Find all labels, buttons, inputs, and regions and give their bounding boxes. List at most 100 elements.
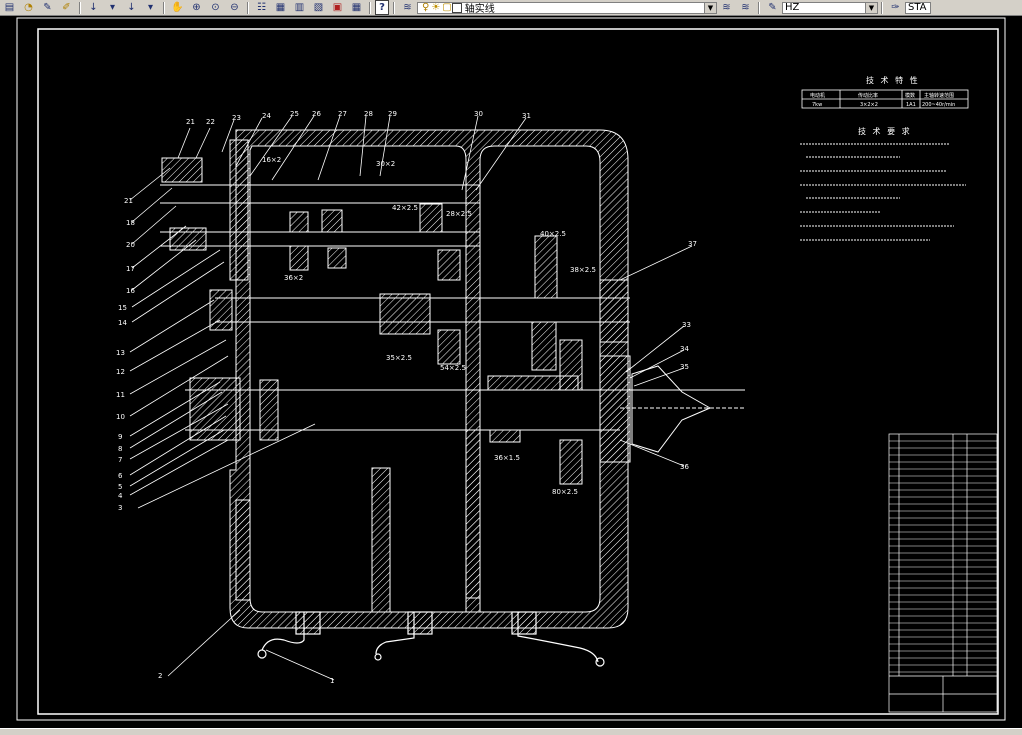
toolbar: ▤ ◔ ✎ ✐ ↓ ▾ ↓ ▾ ✋ ⊕ ⊙ ⊖ ☷ ▦ ▥ ▧ ▣ ▦ ? ≋ …	[0, 0, 1022, 16]
separator	[247, 1, 249, 14]
dimension-label: 36×2	[284, 274, 303, 282]
callout-label: 36	[680, 463, 689, 471]
separator	[393, 1, 395, 14]
spindle-nose	[631, 365, 712, 453]
text-style-icon[interactable]: ✑	[887, 1, 904, 14]
callout-label: 13	[116, 349, 125, 357]
design-center-icon[interactable]: ▦	[272, 1, 289, 14]
dropdown-icon[interactable]: ▾	[142, 1, 159, 14]
dimension-label: 36×1.5	[494, 454, 520, 462]
dimension-label: 80×2.5	[552, 488, 578, 496]
chevron-down-icon[interactable]: ▼	[865, 2, 877, 13]
chevron-down-icon[interactable]: ▼	[704, 2, 716, 13]
style-combo[interactable]: STA	[905, 1, 931, 14]
callout-label: 21	[186, 118, 195, 126]
callout-label: 33	[682, 321, 691, 329]
spec-header: 传动比率	[858, 92, 878, 99]
callout-label: 21	[124, 197, 133, 205]
help-icon[interactable]: ?	[375, 0, 389, 15]
parts-list	[888, 433, 998, 713]
dimension-label: 28×2.5	[446, 210, 472, 218]
sun-icon: ☀	[431, 2, 441, 13]
callout-label: 28	[364, 110, 373, 118]
callout-label: 12	[116, 368, 125, 376]
callout-label: 18	[126, 219, 135, 227]
zoom-window-icon[interactable]: ⊙	[207, 1, 224, 14]
separator	[758, 1, 760, 14]
layer-color-swatch	[451, 2, 462, 13]
callout-label: 16	[126, 287, 135, 295]
spec-header: 电动机	[810, 92, 825, 99]
callout-label: 17	[126, 265, 135, 273]
callout-label: 5	[118, 483, 122, 491]
match-properties-icon[interactable]: ✎	[764, 1, 781, 14]
dimension-label: 30×2	[376, 160, 395, 168]
dimension-label: 38×2.5	[570, 266, 596, 274]
tech-spec-title: 技 术 特 性	[866, 75, 920, 85]
separator	[881, 1, 883, 14]
callout-label: 4	[118, 492, 123, 500]
callout-label: 15	[118, 304, 127, 312]
print-icon[interactable]: ◔	[20, 1, 37, 14]
dimension-label: 16×2	[262, 156, 281, 164]
properties-icon[interactable]: ☷	[253, 1, 270, 14]
callout-label: 25	[290, 110, 299, 118]
callout-label: 7	[118, 456, 122, 464]
spec-cell: 200~40r/min	[922, 102, 955, 108]
callout-label: 22	[206, 118, 215, 126]
separator	[79, 1, 81, 14]
dimension-label: 35×2.5	[386, 354, 412, 362]
pencil-icon[interactable]: ✎	[39, 1, 56, 14]
spec-header: 主轴转速范围	[924, 92, 954, 99]
linetype-combo[interactable]: HZ ▼	[782, 1, 878, 14]
callout-label: 10	[116, 413, 125, 421]
callout-label: 1	[330, 677, 334, 685]
make-current-icon[interactable]: ≋	[718, 1, 735, 14]
dropdown-icon[interactable]: ▾	[104, 1, 121, 14]
calculator-icon[interactable]: ▦	[348, 1, 365, 14]
tool-palette-icon[interactable]: ▥	[291, 1, 308, 14]
callout-label: 9	[118, 433, 122, 441]
pan-icon[interactable]: ✋	[169, 1, 186, 14]
callout-label: 8	[118, 445, 122, 453]
zoom-previous-icon[interactable]: ⊖	[226, 1, 243, 14]
callout-label: 24	[262, 112, 271, 120]
callout-label: 2	[158, 672, 162, 680]
drawing-canvas[interactable]: 21 22 23 24 25 26 27 28 29 30 31 21 18 2…	[0, 16, 1022, 728]
layer-combo[interactable]: ♀ ☀ ▢ 轴实线 ▼	[417, 1, 717, 15]
bulb-icon: ♀	[422, 2, 430, 13]
spec-header: 模数	[905, 92, 915, 99]
markup-icon[interactable]: ▣	[329, 1, 346, 14]
layer-name: 轴实线	[464, 4, 495, 15]
callout-label: 14	[118, 319, 127, 327]
layer-previous-icon[interactable]: ≋	[737, 1, 754, 14]
redo-icon[interactable]: ↓	[123, 1, 140, 14]
callout-label: 27	[338, 110, 347, 118]
spec-cell: 7kw	[812, 102, 822, 108]
tech-req-lines	[800, 143, 966, 241]
dimension-label: 54×2.5	[440, 364, 466, 372]
layer-manager-icon[interactable]: ≋	[399, 1, 416, 14]
tech-req-title: 技 术 要 求	[858, 126, 912, 136]
sheet-set-icon[interactable]: ▧	[310, 1, 327, 14]
callout-label: 35	[680, 363, 689, 371]
open-icon[interactable]: ▤	[1, 1, 18, 14]
lock-icon: ▢	[442, 2, 452, 13]
separator	[163, 1, 165, 14]
callout-label: 23	[232, 114, 241, 122]
brush-icon[interactable]: ✐	[58, 1, 75, 14]
callout-label: 11	[116, 391, 125, 399]
callout-label: 34	[680, 345, 689, 353]
spec-cell: 3×2×2	[860, 102, 878, 108]
callout-label: 31	[522, 112, 531, 120]
callout-label: 6	[118, 472, 123, 480]
undo-icon[interactable]: ↓	[85, 1, 102, 14]
style-value: STA	[908, 2, 927, 13]
callout-label: 37	[688, 240, 697, 248]
spec-cell: 1A1	[906, 102, 916, 108]
callout-label: 20	[126, 241, 135, 249]
callout-label: 3	[118, 504, 122, 512]
separator	[369, 1, 371, 14]
tech-spec-block: 技 术 特 性 电动机 传动比率 模数 主轴转速范围 7kw 3×2×2 1A1…	[800, 75, 969, 241]
zoom-realtime-icon[interactable]: ⊕	[188, 1, 205, 14]
